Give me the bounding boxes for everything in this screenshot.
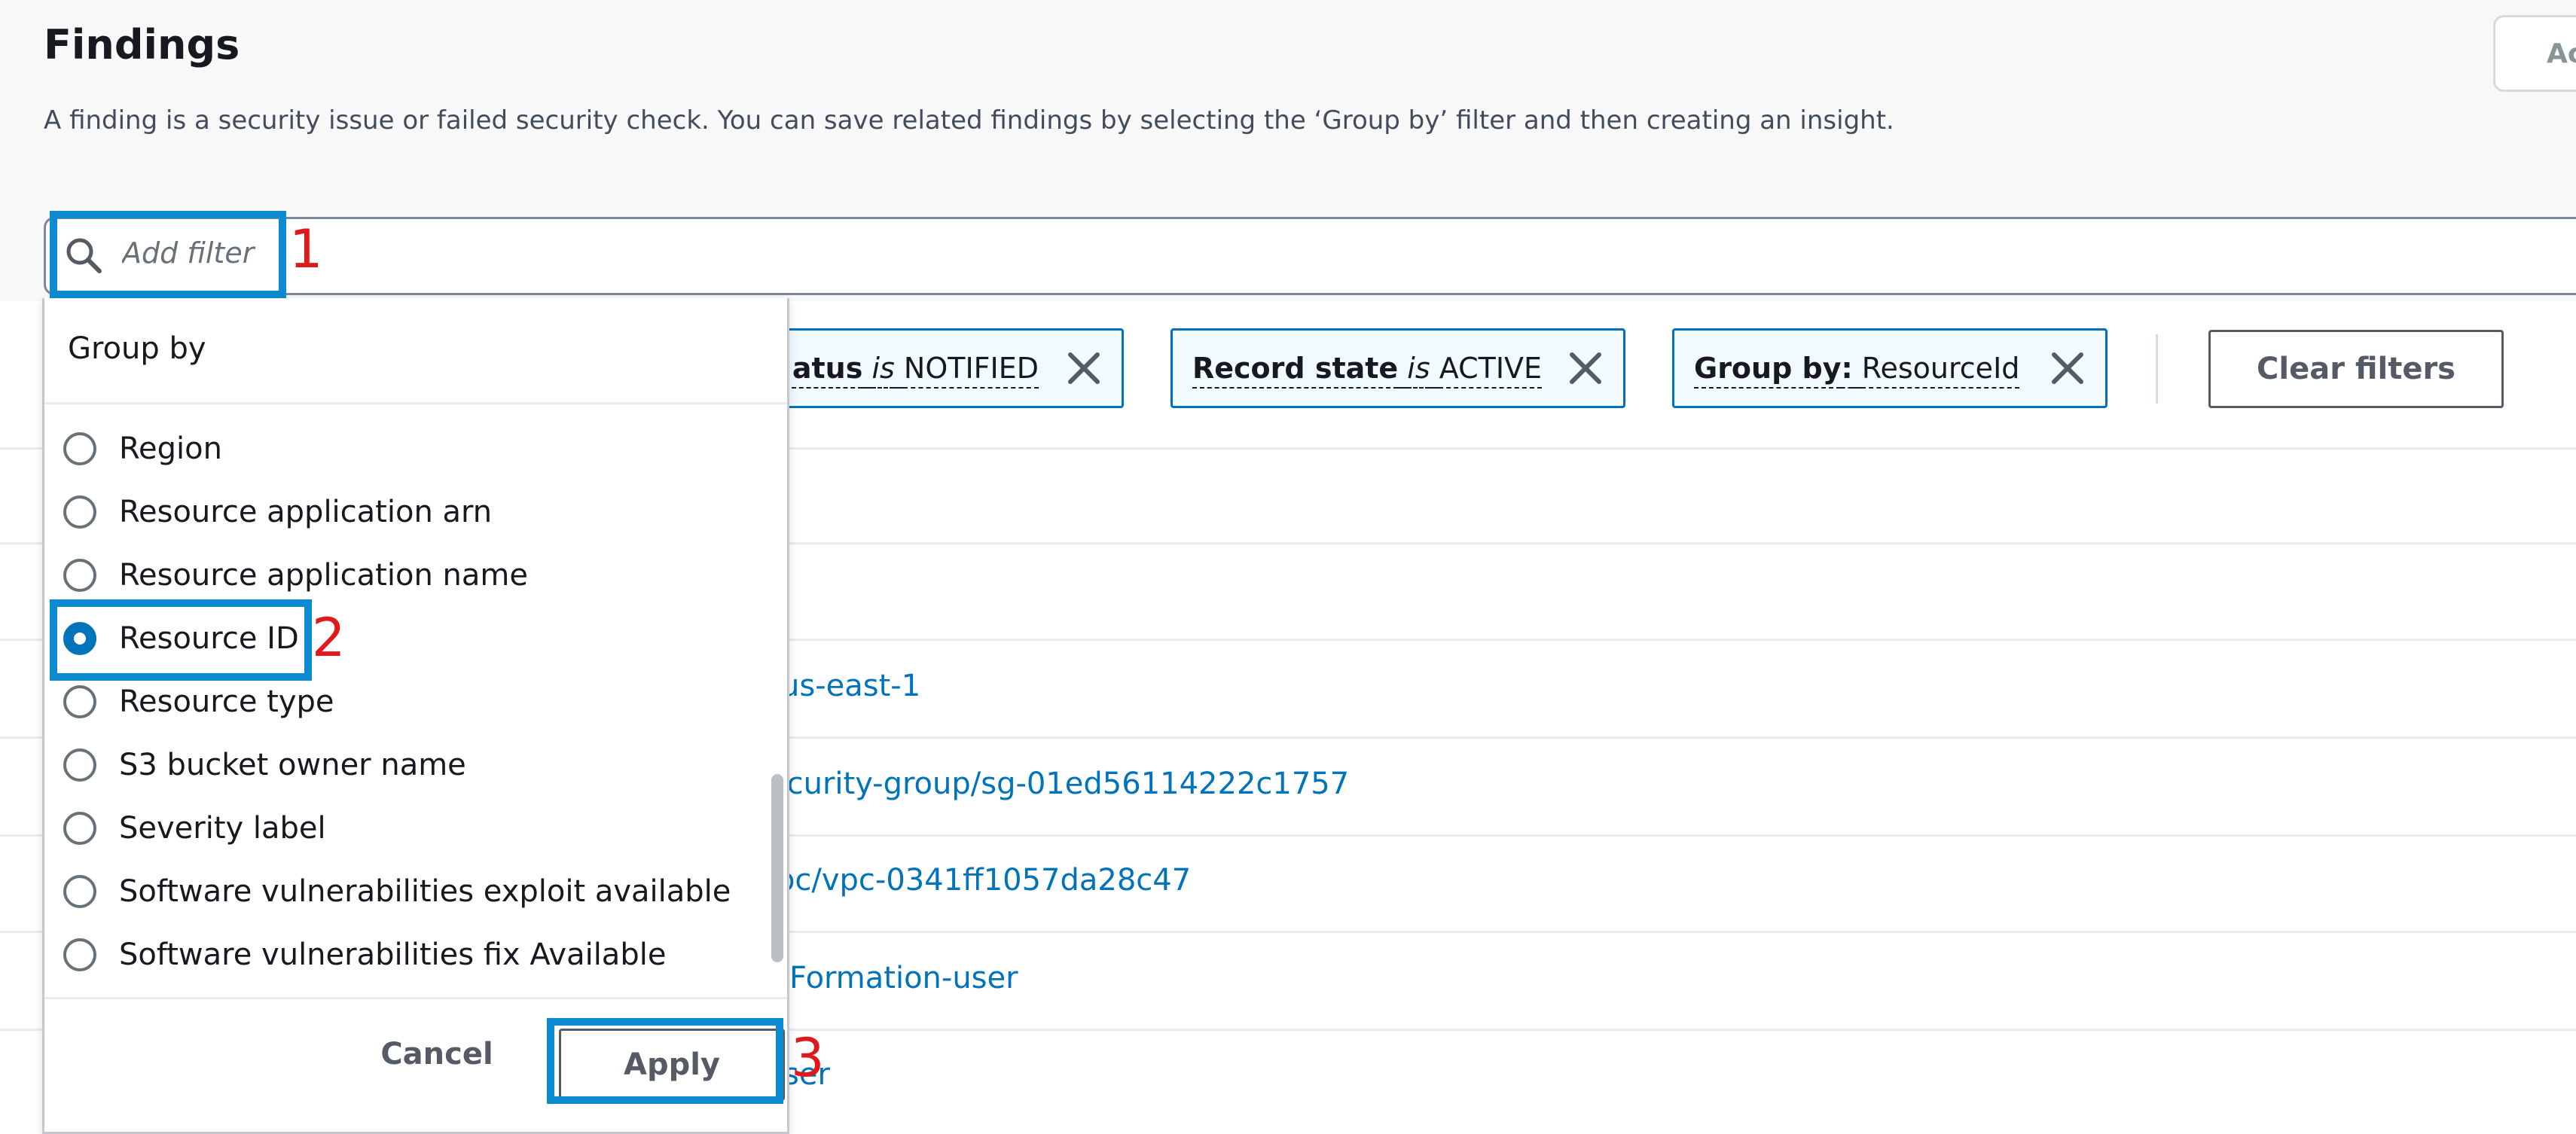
chip-label: Group by: ResourceId bbox=[1694, 352, 2020, 385]
annotation-box-step-1 bbox=[50, 211, 286, 298]
dropdown-divider bbox=[44, 402, 787, 404]
chip-label: atus is NOTIFIED bbox=[792, 352, 1039, 385]
filter-chip-group-by[interactable]: Group by: ResourceId bbox=[1672, 328, 2107, 408]
radio-option-resource-application-arn[interactable]: Resource application arn bbox=[63, 489, 492, 535]
close-icon[interactable] bbox=[1566, 349, 1605, 388]
annotation-box-step-2 bbox=[50, 599, 312, 681]
radio-button[interactable] bbox=[63, 748, 96, 782]
table-row-link[interactable]: ecurity-group/sg-01ed56114222c1757 bbox=[768, 767, 1349, 801]
annotation-number-3: 3 bbox=[791, 1027, 825, 1089]
page-title: Findings bbox=[44, 21, 240, 69]
table-row-link[interactable]: Formation-user bbox=[789, 961, 1018, 995]
radio-option-resource-type[interactable]: Resource type bbox=[63, 679, 334, 724]
radio-button[interactable] bbox=[63, 812, 96, 845]
radio-option-software-vulnerabilities-fix-available[interactable]: Software vulnerabilities fix Available bbox=[63, 932, 666, 977]
radio-button[interactable] bbox=[63, 432, 96, 465]
annotation-box-step-3 bbox=[547, 1018, 783, 1104]
radio-option-software-vulnerabilities-exploit-available[interactable]: Software vulnerabilities exploit availab… bbox=[63, 869, 731, 914]
filter-chip-record-state[interactable]: Record state is ACTIVE bbox=[1170, 328, 1625, 408]
radio-option-resource-application-name[interactable]: Resource application name bbox=[63, 553, 528, 598]
cancel-button[interactable]: Cancel bbox=[354, 1024, 520, 1084]
radio-option-severity-label[interactable]: Severity label bbox=[63, 806, 326, 851]
clear-filters-button[interactable]: Clear filters bbox=[2208, 330, 2504, 408]
close-icon[interactable] bbox=[2048, 349, 2087, 388]
chip-divider bbox=[2156, 334, 2158, 404]
radio-button[interactable] bbox=[63, 938, 96, 971]
table-row-link[interactable]: pc/vpc-0341ff1057da28c47 bbox=[776, 863, 1191, 898]
close-icon[interactable] bbox=[1064, 349, 1103, 388]
annotation-number-2: 2 bbox=[312, 607, 346, 669]
annotation-number-1: 1 bbox=[289, 218, 323, 280]
dropdown-scrollbar[interactable] bbox=[771, 774, 783, 962]
top-right-action-button[interactable]: Ac bbox=[2493, 15, 2576, 92]
radio-button[interactable] bbox=[63, 559, 96, 592]
radio-button[interactable] bbox=[63, 875, 96, 908]
chip-label: Record state is ACTIVE bbox=[1192, 352, 1543, 385]
dropdown-divider bbox=[44, 997, 787, 999]
radio-option-region[interactable]: Region bbox=[63, 426, 222, 471]
dropdown-header: Group by bbox=[68, 331, 206, 366]
table-row-link[interactable]: us-east-1 bbox=[780, 669, 920, 703]
page-description: A finding is a security issue or failed … bbox=[44, 105, 1894, 136]
radio-option-s3-bucket-owner-name[interactable]: S3 bucket owner name bbox=[63, 742, 466, 788]
radio-button[interactable] bbox=[63, 495, 96, 529]
filter-bar[interactable] bbox=[44, 217, 2576, 295]
radio-button[interactable] bbox=[63, 685, 96, 718]
